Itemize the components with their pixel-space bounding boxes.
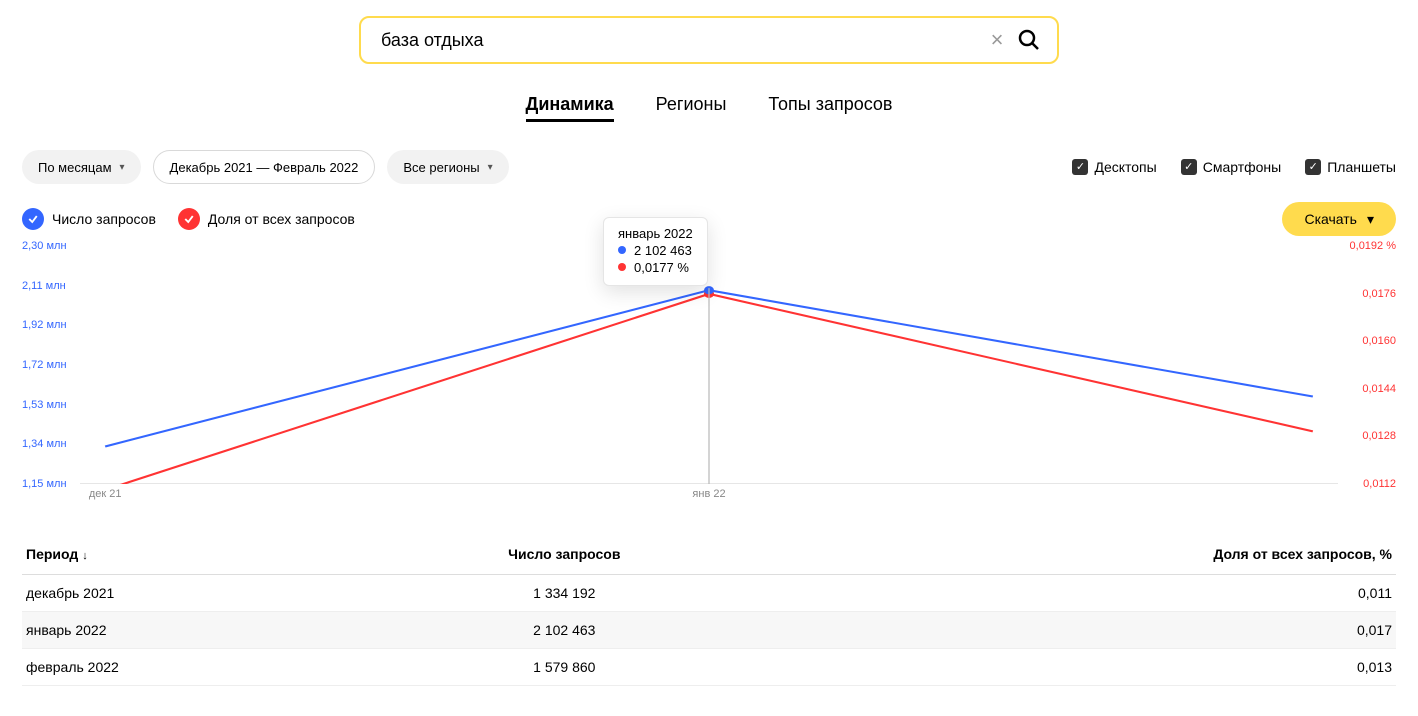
y-right-tick: 0,0112	[1363, 478, 1396, 490]
chart-tooltip: январь 2022 2 102 463 0,0177 %	[603, 217, 708, 286]
y-right-tick: 0,0176	[1362, 288, 1396, 300]
sort-arrow-icon: ↓	[82, 550, 88, 562]
table-row: февраль 20221 579 8600,013	[22, 649, 1396, 686]
x-tick: дек 21	[89, 488, 122, 500]
data-table: Период↓ Число запросов Доля от всех запр…	[22, 536, 1396, 686]
cell-period: декабрь 2021	[22, 575, 362, 612]
y-left-tick: 2,30 млн	[22, 240, 67, 252]
th-count[interactable]: Число запросов	[362, 536, 767, 575]
chevron-down-icon: ▾	[488, 162, 493, 173]
cell-share: 0,011	[767, 575, 1396, 612]
y-right-tick: 0,0128	[1362, 430, 1396, 442]
region-select[interactable]: Все регионы ▾	[387, 150, 508, 184]
clear-icon[interactable]: ×	[981, 24, 1013, 56]
cell-period: январь 2022	[22, 612, 362, 649]
tab-regions[interactable]: Регионы	[656, 94, 727, 122]
y-axis-right: 0,0192 %0,01760,01600,01440,01280,0112	[1341, 246, 1396, 484]
tooltip-date: январь 2022	[618, 226, 693, 241]
th-period[interactable]: Период↓	[22, 536, 362, 575]
download-label: Скачать	[1304, 211, 1357, 227]
device-desktop-toggle[interactable]: ✓ Десктопы	[1072, 159, 1156, 175]
device-tablet-toggle[interactable]: ✓ Планшеты	[1305, 159, 1396, 175]
check-circle-icon	[178, 208, 200, 230]
tabs: Динамика Регионы Топы запросов	[0, 94, 1418, 122]
tooltip-value-count: 2 102 463	[634, 243, 692, 258]
cell-share: 0,013	[767, 649, 1396, 686]
tab-top-queries[interactable]: Топы запросов	[768, 94, 892, 122]
legend-row: Число запросов Доля от всех запросов Ска…	[0, 202, 1418, 246]
device-smartphone-label: Смартфоны	[1203, 159, 1282, 175]
y-left-tick: 1,15 млн	[22, 478, 67, 490]
period-mode-select[interactable]: По месяцам ▾	[22, 150, 141, 184]
y-axis-left: 2,30 млн2,11 млн1,92 млн1,72 млн1,53 млн…	[22, 246, 77, 484]
checkbox-icon: ✓	[1305, 159, 1321, 175]
search-icon[interactable]	[1013, 24, 1045, 56]
y-left-tick: 1,72 млн	[22, 359, 67, 371]
checkbox-icon: ✓	[1072, 159, 1088, 175]
y-right-tick: 0,0160	[1362, 335, 1396, 347]
tab-dynamics[interactable]: Динамика	[526, 94, 614, 122]
x-axis: дек 21 янв 22	[80, 488, 1338, 506]
legend-share-toggle[interactable]: Доля от всех запросов	[178, 208, 355, 230]
checkbox-icon: ✓	[1181, 159, 1197, 175]
search-input[interactable]	[379, 29, 981, 52]
y-left-tick: 1,34 млн	[22, 438, 67, 450]
table-row: декабрь 20211 334 1920,011	[22, 575, 1396, 612]
cell-share: 0,017	[767, 612, 1396, 649]
date-range-select[interactable]: Декабрь 2021 — Февраль 2022	[153, 150, 376, 184]
y-left-tick: 1,53 млн	[22, 399, 67, 411]
cell-period: февраль 2022	[22, 649, 362, 686]
x-tick: янв 22	[692, 488, 725, 500]
legend-count-label: Число запросов	[52, 211, 156, 227]
cell-count: 1 579 860	[362, 649, 767, 686]
legend-share-label: Доля от всех запросов	[208, 211, 355, 227]
device-desktop-label: Десктопы	[1094, 159, 1156, 175]
y-right-tick: 0,0192 %	[1350, 240, 1396, 252]
tooltip-dot-icon	[618, 246, 626, 254]
device-smartphone-toggle[interactable]: ✓ Смартфоны	[1181, 159, 1282, 175]
chart-plot[interactable]: январь 2022 2 102 463 0,0177 %	[80, 250, 1338, 484]
check-circle-icon	[22, 208, 44, 230]
download-button[interactable]: Скачать ▾	[1282, 202, 1396, 236]
tooltip-value-share: 0,0177 %	[634, 260, 689, 275]
chevron-down-icon: ▾	[120, 162, 125, 173]
chevron-down-icon: ▾	[1367, 211, 1374, 228]
tooltip-dot-icon	[618, 263, 626, 271]
cell-count: 1 334 192	[362, 575, 767, 612]
filters-row: По месяцам ▾ Декабрь 2021 — Февраль 2022…	[0, 150, 1418, 202]
cell-count: 2 102 463	[362, 612, 767, 649]
search-box[interactable]: ×	[359, 16, 1059, 64]
y-left-tick: 1,92 млн	[22, 319, 67, 331]
legend-count-toggle[interactable]: Число запросов	[22, 208, 156, 230]
period-mode-label: По месяцам	[38, 160, 112, 175]
device-tablet-label: Планшеты	[1327, 159, 1396, 175]
y-left-tick: 2,11 млн	[22, 280, 66, 292]
table-row: январь 20222 102 4630,017	[22, 612, 1396, 649]
region-label: Все регионы	[403, 160, 479, 175]
th-share[interactable]: Доля от всех запросов, %	[767, 536, 1396, 575]
date-range-label: Декабрь 2021 — Февраль 2022	[170, 160, 359, 175]
y-right-tick: 0,0144	[1362, 383, 1396, 395]
chart: 2,30 млн2,11 млн1,92 млн1,72 млн1,53 млн…	[22, 246, 1396, 506]
